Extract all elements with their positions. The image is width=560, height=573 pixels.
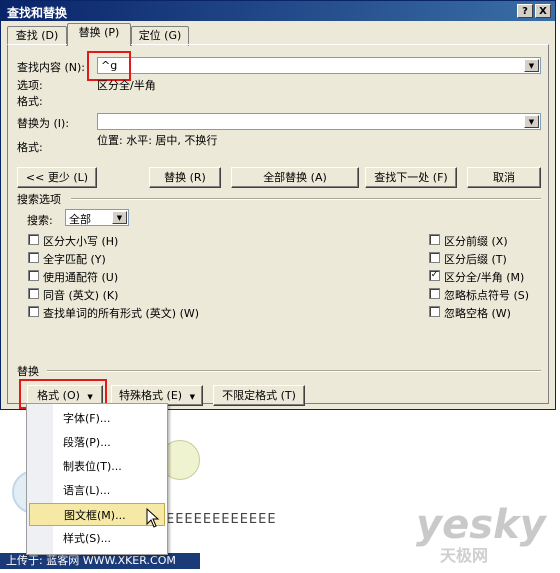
replace-section-label: 替换 (17, 365, 39, 378)
match-suffix-checkbox[interactable] (429, 252, 440, 263)
format-menu: 字体(F)... 段落(P)... 制表位(T)... 语言(L)... 图文框… (26, 403, 168, 555)
title-bar: 查找和替换 ? X (1, 1, 555, 21)
sounds-like-label: 同音 (英文) (K) (43, 289, 119, 302)
watermark-sub: 天极网 (440, 546, 489, 565)
match-width-checkbox[interactable]: ✓ (429, 270, 440, 281)
help-button[interactable]: ? (517, 4, 533, 18)
replace-dropdown-icon[interactable]: ▼ (524, 115, 539, 128)
all-word-forms-checkbox[interactable] (28, 306, 39, 317)
replace-format-value: 位置: 水平: 居中, 不换行 (97, 134, 218, 147)
ignore-punctuation-checkbox[interactable] (429, 288, 440, 299)
replace-all-button[interactable]: 全部替换 (A) (231, 167, 359, 188)
menu-item-style[interactable]: 样式(S)... (29, 527, 165, 550)
find-replace-dialog: 查找和替换 ? X 查找 (D) 替换 (P) 定位 (G) 查找内容 (N):… (0, 0, 556, 410)
match-width-label: 区分全/半角 (M) (444, 271, 525, 284)
ignore-punctuation-label: 忽略标点符号 (S) (444, 289, 530, 302)
close-button[interactable]: X (535, 4, 551, 18)
sounds-like-checkbox[interactable] (28, 288, 39, 299)
ignore-space-label: 忽略空格 (W) (444, 307, 511, 320)
replace-label: 替换为 (I): (17, 117, 70, 130)
find-dropdown-icon[interactable]: ▼ (524, 59, 539, 72)
wildcards-checkbox[interactable] (28, 270, 39, 281)
match-suffix-label: 区分后缀 (T) (444, 253, 507, 266)
replace-format-label: 格式: (17, 141, 43, 154)
document-text: EEEEEEEEEEEE (166, 512, 277, 527)
search-options-divider (71, 198, 541, 200)
menu-item-tabs[interactable]: 制表位(T)... (29, 455, 165, 478)
find-next-button[interactable]: 查找下一处 (F) (365, 167, 457, 188)
checkmark-icon: ✓ (430, 270, 439, 280)
match-prefix-checkbox[interactable] (429, 234, 440, 245)
footer-caption: 上传于: 蓝客网 WWW.XKER.COM (0, 553, 200, 569)
whole-word-label: 全字匹配 (Y) (43, 253, 106, 266)
match-case-label: 区分大小写 (H) (43, 235, 119, 248)
mouse-pointer-icon (146, 508, 160, 528)
whole-word-checkbox[interactable] (28, 252, 39, 263)
menu-item-paragraph[interactable]: 段落(P)... (29, 431, 165, 454)
search-direction-value: 全部 (69, 213, 91, 226)
options-value: 区分全/半角 (97, 79, 156, 92)
search-options-label: 搜索选项 (17, 193, 61, 206)
match-prefix-label: 区分前缀 (X) (444, 235, 508, 248)
search-direction-dropdown-icon[interactable]: ▼ (112, 211, 127, 224)
replace-input[interactable]: ▼ (97, 113, 541, 130)
ignore-space-checkbox[interactable] (429, 306, 440, 317)
less-button[interactable]: << 更少 (L) (17, 167, 97, 188)
special-format-label: 特殊格式 (E) (119, 389, 183, 402)
search-direction-select[interactable]: 全部 ▼ (65, 209, 129, 226)
all-word-forms-label: 查找单词的所有形式 (英文) (W) (43, 307, 200, 320)
wildcards-label: 使用通配符 (U) (43, 271, 119, 284)
find-label: 查找内容 (N): (17, 61, 86, 74)
menu-item-font[interactable]: 字体(F)... (29, 407, 165, 430)
menu-item-frame[interactable]: 图文框(M)... (29, 503, 165, 526)
replace-section-divider (47, 370, 541, 372)
dialog-title: 查找和替换 (7, 6, 68, 20)
dropdown-arrow-icon: ▼ (189, 393, 195, 401)
find-input[interactable]: ^g ▼ (97, 57, 541, 74)
cancel-button[interactable]: 取消 (467, 167, 541, 188)
find-format-label: 格式: (17, 95, 43, 108)
tab-find[interactable]: 查找 (D) (7, 26, 67, 46)
search-direction-label: 搜索: (27, 214, 53, 227)
replace-button[interactable]: 替换 (R) (149, 167, 221, 188)
options-label: 选项: (17, 79, 43, 92)
match-case-checkbox[interactable] (28, 234, 39, 245)
no-formatting-button[interactable]: 不限定格式 (T) (213, 385, 305, 406)
menu-item-language[interactable]: 语言(L)... (29, 479, 165, 502)
tab-replace[interactable]: 替换 (P) (67, 23, 131, 46)
tab-goto[interactable]: 定位 (G) (131, 26, 189, 46)
